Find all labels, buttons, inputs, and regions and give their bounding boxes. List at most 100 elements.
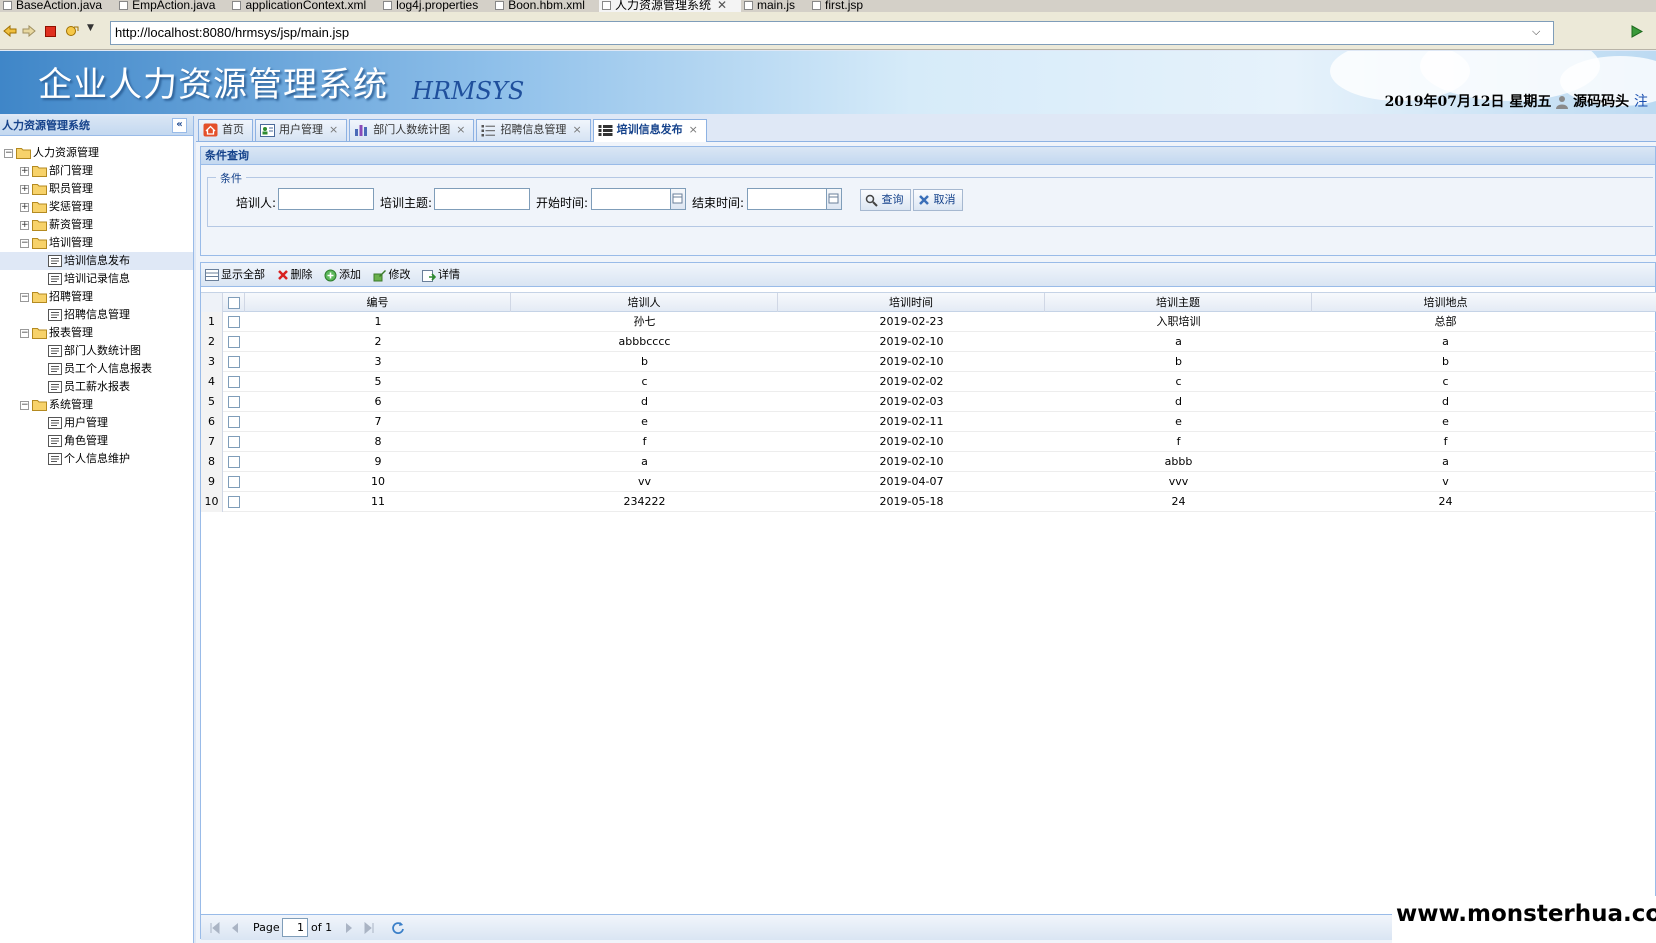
- tree-folder[interactable]: + 薪资管理: [0, 216, 193, 234]
- show-all-button[interactable]: 显示全部: [205, 263, 265, 287]
- editor-tab[interactable]: log4j.properties: [380, 0, 492, 12]
- select-all-checkbox[interactable]: [227, 297, 240, 309]
- collapse-icon[interactable]: −: [20, 328, 29, 338]
- row-checkbox[interactable]: [228, 496, 240, 508]
- url-input[interactable]: http://localhost:8080/hrmsys/jsp/main.js…: [110, 21, 1554, 45]
- table-row[interactable]: 10 11 234222 2019-05-18 24 24: [201, 492, 1656, 512]
- row-checkbox[interactable]: [228, 396, 240, 408]
- row-checkbox[interactable]: [228, 376, 240, 388]
- next-page-icon[interactable]: [343, 922, 355, 937]
- refresh-icon[interactable]: [391, 921, 405, 938]
- close-icon[interactable]: ✕: [717, 0, 727, 12]
- collapse-sidebar-button[interactable]: «: [172, 118, 187, 133]
- back-arrow-icon[interactable]: [3, 24, 17, 37]
- row-checkbox[interactable]: [228, 336, 240, 348]
- tree-folder[interactable]: − 培训管理: [0, 234, 193, 252]
- table-row[interactable]: 9 10 vv 2019-04-07 vvv v: [201, 472, 1656, 492]
- cancel-button[interactable]: 取消: [913, 189, 963, 211]
- table-row[interactable]: 6 7 e 2019-02-11 e e: [201, 412, 1656, 432]
- first-page-icon[interactable]: [209, 921, 221, 937]
- collapse-icon[interactable]: −: [4, 148, 13, 158]
- row-checkbox[interactable]: [228, 356, 240, 368]
- stop-icon[interactable]: [45, 24, 56, 37]
- last-page-icon[interactable]: [363, 921, 375, 937]
- tab-close-icon[interactable]: ×: [689, 123, 698, 136]
- tree-item[interactable]: 员工个人信息报表: [0, 360, 193, 378]
- tab-page[interactable]: 招聘信息管理 ×: [476, 119, 591, 141]
- table-row[interactable]: 8 9 a 2019-02-10 abbb a: [201, 452, 1656, 472]
- end-time-input[interactable]: [747, 188, 827, 210]
- row-checkbox[interactable]: [228, 456, 240, 468]
- tree-folder[interactable]: + 奖惩管理: [0, 198, 193, 216]
- tree-item[interactable]: 招聘信息管理: [0, 306, 193, 324]
- forward-arrow-icon[interactable]: [22, 24, 36, 37]
- tab-page[interactable]: 培训信息发布 ×: [592, 119, 707, 142]
- column-header-place[interactable]: 培训地点: [1312, 293, 1579, 312]
- table-row[interactable]: 2 2 abbbcccc 2019-02-10 a a: [201, 332, 1656, 352]
- row-checkbox[interactable]: [228, 316, 240, 328]
- tab-close-icon[interactable]: ×: [572, 123, 581, 136]
- tab-close-icon[interactable]: ×: [456, 123, 465, 136]
- expand-icon[interactable]: +: [20, 184, 29, 194]
- expand-icon[interactable]: +: [20, 166, 29, 176]
- add-button[interactable]: 添加: [324, 263, 361, 287]
- tab-home[interactable]: 首页: [198, 119, 253, 141]
- subject-input[interactable]: [434, 188, 530, 210]
- end-date-picker-button[interactable]: [827, 188, 842, 210]
- table-row[interactable]: 3 3 b 2019-02-10 b b: [201, 352, 1656, 372]
- editor-tab[interactable]: EmpAction.java: [116, 0, 229, 12]
- prev-page-icon[interactable]: [229, 922, 241, 937]
- row-checkbox[interactable]: [228, 476, 240, 488]
- tab-page[interactable]: 部门人数统计图 ×: [349, 119, 475, 141]
- tree-folder[interactable]: − 人力资源管理: [0, 144, 193, 162]
- editor-tab[interactable]: main.js: [741, 0, 809, 12]
- expand-icon[interactable]: +: [20, 202, 29, 212]
- collapse-icon[interactable]: −: [20, 238, 29, 248]
- editor-tab[interactable]: BaseAction.java: [0, 0, 116, 12]
- table-row[interactable]: 1 1 孙七 2019-02-23 入职培训 总部: [201, 312, 1656, 332]
- url-dropdown-icon[interactable]: ⌵: [1532, 25, 1540, 39]
- delete-button[interactable]: 删除: [277, 263, 313, 287]
- editor-tab[interactable]: Boon.hbm.xml: [492, 0, 599, 12]
- edit-button[interactable]: 修改: [373, 263, 411, 287]
- tree-item[interactable]: 培训记录信息: [0, 270, 193, 288]
- column-header-id[interactable]: 编号: [245, 293, 511, 312]
- tree-folder[interactable]: − 招聘管理: [0, 288, 193, 306]
- search-button[interactable]: 查询: [860, 189, 911, 211]
- dropdown-arrow-icon[interactable]: ▼: [87, 23, 94, 33]
- collapse-icon[interactable]: −: [20, 400, 29, 410]
- tree-folder[interactable]: − 报表管理: [0, 324, 193, 342]
- editor-tab[interactable]: applicationContext.xml: [229, 0, 380, 12]
- expand-icon[interactable]: +: [20, 220, 29, 230]
- column-header-date[interactable]: 培训时间: [778, 293, 1045, 312]
- tree-item[interactable]: 用户管理: [0, 414, 193, 432]
- tree-item[interactable]: 培训信息发布: [0, 252, 193, 270]
- page-number-input[interactable]: 1: [282, 918, 308, 937]
- tree-folder[interactable]: + 职员管理: [0, 180, 193, 198]
- column-header-trainer[interactable]: 培训人: [511, 293, 778, 312]
- row-checkbox[interactable]: [228, 416, 240, 428]
- row-checkbox[interactable]: [228, 436, 240, 448]
- start-time-input[interactable]: [591, 188, 671, 210]
- tab-close-icon[interactable]: ×: [329, 123, 338, 136]
- logout-link[interactable]: 注: [1634, 94, 1648, 110]
- editor-tab[interactable]: 人力资源管理系统 ✕: [598, 0, 742, 12]
- column-header-subject[interactable]: 培训主题: [1045, 293, 1312, 312]
- detail-button[interactable]: 详情: [422, 263, 460, 287]
- collapse-icon[interactable]: −: [20, 292, 29, 302]
- tree-item[interactable]: 部门人数统计图: [0, 342, 193, 360]
- trainer-input[interactable]: [278, 188, 374, 210]
- tree-item[interactable]: 角色管理: [0, 432, 193, 450]
- editor-tab[interactable]: first.jsp: [809, 0, 877, 12]
- tree-item[interactable]: 个人信息维护: [0, 450, 193, 468]
- tree-folder[interactable]: − 系统管理: [0, 396, 193, 414]
- go-icon[interactable]: [1630, 24, 1643, 38]
- tree-item[interactable]: 员工薪水报表: [0, 378, 193, 396]
- start-date-picker-button[interactable]: [671, 188, 686, 210]
- tab-page[interactable]: 用户管理 ×: [255, 119, 348, 141]
- table-row[interactable]: 5 6 d 2019-02-03 d d: [201, 392, 1656, 412]
- table-row[interactable]: 7 8 f 2019-02-10 f f: [201, 432, 1656, 452]
- tree-folder[interactable]: + 部门管理: [0, 162, 193, 180]
- table-row[interactable]: 4 5 c 2019-02-02 c c: [201, 372, 1656, 392]
- refresh-tools-icon[interactable]: [65, 24, 79, 37]
